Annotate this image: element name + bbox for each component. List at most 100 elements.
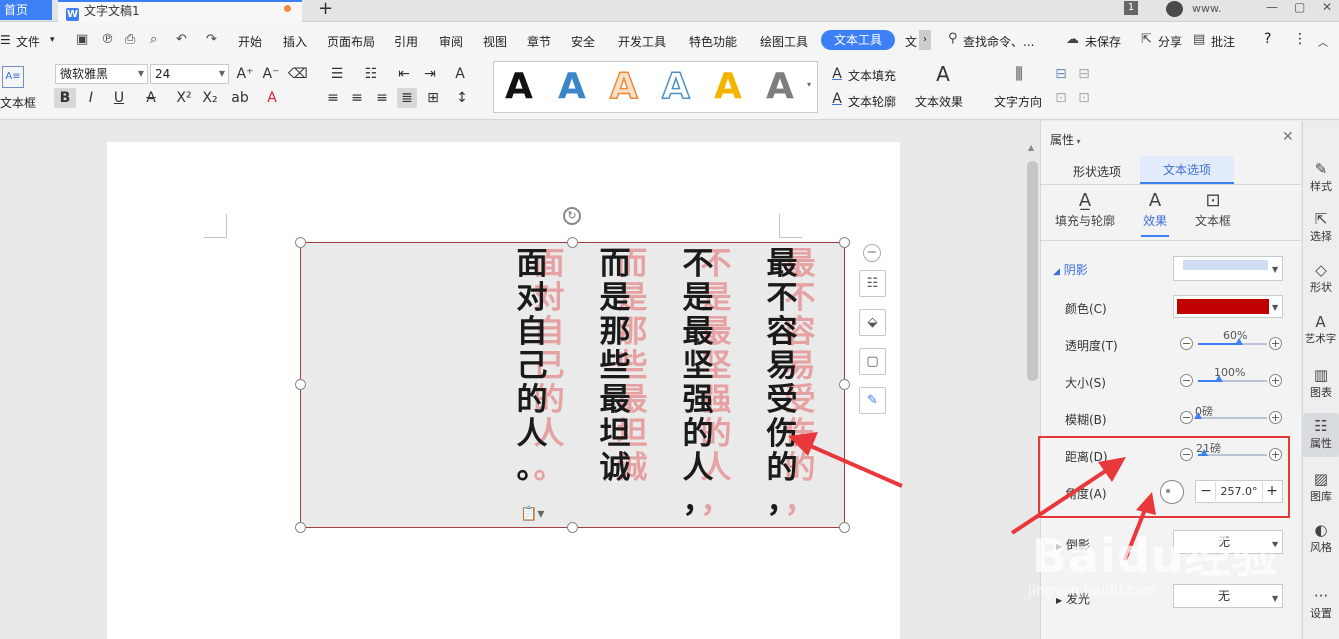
resize-handle[interactable] xyxy=(567,237,578,248)
text-style-gold[interactable]: A xyxy=(714,67,742,107)
command-search[interactable]: 查找命令、... xyxy=(963,33,1034,50)
justify-icon[interactable]: ≣ xyxy=(397,88,417,108)
shape-fill-icon[interactable]: ⬙ xyxy=(859,309,886,336)
resize-handle[interactable] xyxy=(839,379,850,390)
export-pdf-icon[interactable]: ℗ xyxy=(101,32,114,47)
bold-icon[interactable]: B xyxy=(54,88,76,108)
size-slider[interactable] xyxy=(1198,375,1267,382)
transparency-increase[interactable]: + xyxy=(1269,337,1282,350)
shadow-section-header[interactable]: ◢ 阴影 xyxy=(1053,261,1088,278)
redo-icon[interactable]: ↷ xyxy=(206,32,217,47)
text-direction-button[interactable]: 文字方向 xyxy=(994,93,1042,110)
hamburger-icon[interactable]: ☰ xyxy=(0,33,11,47)
window-count-badge[interactable]: 1 xyxy=(1124,1,1138,15)
glow-select[interactable]: 无 xyxy=(1173,584,1283,608)
size-decrease[interactable]: − xyxy=(1180,374,1193,387)
text-style-orange-outline[interactable]: A xyxy=(609,66,638,108)
slider-knob[interactable] xyxy=(1235,338,1243,345)
rtool-gallery[interactable]: ▨ 图库 xyxy=(1303,470,1339,504)
chevron-down-icon[interactable]: ▾ xyxy=(50,35,55,45)
font-name-select[interactable]: 微软雅黑 ▼ xyxy=(55,64,148,84)
resize-handle[interactable] xyxy=(839,522,850,533)
menu-security[interactable]: 安全 xyxy=(571,33,595,50)
undo-icon[interactable]: ↶ xyxy=(176,32,187,47)
subtab-effects[interactable]: A 效果 xyxy=(1136,190,1174,229)
textbox-icon[interactable]: A≡ xyxy=(2,66,24,88)
new-tab-button[interactable]: + xyxy=(318,0,333,19)
textbox-button[interactable]: 文本框 xyxy=(0,94,36,111)
blur-increase[interactable]: + xyxy=(1269,411,1282,424)
resize-handle[interactable] xyxy=(567,522,578,533)
menu-developer[interactable]: 开发工具 xyxy=(618,33,666,50)
save-icon[interactable]: ▣ xyxy=(76,32,88,47)
minimize-button[interactable]: — xyxy=(1266,0,1278,14)
resize-handle[interactable] xyxy=(295,237,306,248)
highlight-icon[interactable]: ab xyxy=(228,88,252,108)
rotate-handle-icon[interactable]: ↻ xyxy=(563,207,581,225)
collapse-icon[interactable]: − xyxy=(863,244,881,262)
user-name[interactable]: www. xyxy=(1192,2,1221,15)
rtool-theme[interactable]: ◐ 风格 xyxy=(1303,521,1339,555)
size-increase[interactable]: + xyxy=(1269,374,1282,387)
increase-indent-icon[interactable]: ⇥ xyxy=(421,64,439,84)
text-fill-button[interactable]: 文本填充 xyxy=(848,67,896,84)
rtool-settings[interactable]: ··· 设置 xyxy=(1303,587,1339,621)
paste-options-icon[interactable]: 📋▾ xyxy=(520,506,544,522)
more-button[interactable]: ⋮ xyxy=(1293,31,1307,47)
next-textbox-icon[interactable]: ⊡ xyxy=(1075,88,1093,108)
menu-file[interactable]: 文件 xyxy=(16,33,40,50)
tab-text-options[interactable]: 文本选项 xyxy=(1140,156,1234,184)
text-column-2[interactable]: 不 是 最 坚 强 的 人 ， xyxy=(680,247,716,519)
close-icon[interactable]: ✕ xyxy=(1282,129,1294,145)
superscript-icon[interactable]: X² xyxy=(174,88,194,108)
subtab-fill-outline[interactable]: A̲ 填充与轮廓 xyxy=(1052,190,1118,229)
text-column-1[interactable]: 最 不 容 易 受 伤 的 ， xyxy=(764,247,800,519)
text-style-blue-outline[interactable]: A xyxy=(661,66,690,108)
align-right-icon[interactable]: ≡ xyxy=(374,88,390,108)
blur-slider[interactable] xyxy=(1194,412,1267,419)
text-column-4[interactable]: 面 对 自 己 的 人 。 xyxy=(514,247,550,485)
numbered-list-icon[interactable]: ☷ xyxy=(359,64,383,84)
menu-start[interactable]: 开始 xyxy=(238,33,262,50)
rtool-chart[interactable]: ▥ 图表 xyxy=(1303,366,1339,400)
text-spacing-icon[interactable]: A xyxy=(449,64,471,84)
print-icon[interactable]: ⎙ xyxy=(125,32,135,47)
rtool-shapes[interactable]: ◇ 形状 xyxy=(1303,261,1339,295)
grow-font-icon[interactable]: A⁺ xyxy=(236,64,254,84)
avatar[interactable] xyxy=(1166,1,1183,17)
text-style-blue[interactable]: A xyxy=(558,67,586,107)
previous-textbox-icon[interactable]: ⊡ xyxy=(1052,88,1070,108)
align-left-icon[interactable]: ≡ xyxy=(325,88,341,108)
layout-options-icon[interactable]: ☷ xyxy=(859,270,886,297)
slider-knob[interactable] xyxy=(1194,412,1202,419)
shrink-font-icon[interactable]: A⁻ xyxy=(262,64,280,84)
resize-handle[interactable] xyxy=(295,379,306,390)
comment-button[interactable]: 批注 xyxy=(1211,33,1235,50)
menu-insert[interactable]: 插入 xyxy=(283,33,307,50)
pane-title[interactable]: 属性 ▾ xyxy=(1050,131,1081,148)
font-color-icon[interactable]: A xyxy=(262,88,282,108)
text-column-3[interactable]: 而 是 那 些 最 坦 诚 xyxy=(597,247,633,485)
rtool-wordart[interactable]: A 艺术字 xyxy=(1302,313,1339,346)
shape-outline-icon[interactable]: ▢ xyxy=(859,348,886,375)
menu-chapter[interactable]: 章节 xyxy=(527,33,551,50)
text-style-black[interactable]: A xyxy=(505,67,533,107)
distribute-icon[interactable]: ⊞ xyxy=(424,88,442,108)
rtool-select[interactable]: ⇱ 选择 xyxy=(1303,210,1339,244)
text-outline-button[interactable]: 文本轮廓 xyxy=(848,93,896,110)
document-tab[interactable]: W 文字文稿1 xyxy=(58,0,302,22)
format-painter-icon[interactable]: ✎ xyxy=(859,387,886,414)
slider-knob[interactable] xyxy=(1215,375,1223,382)
scrollbar-thumb[interactable] xyxy=(1027,161,1038,381)
home-tab[interactable]: 首页 xyxy=(0,0,52,20)
menu-view[interactable]: 视图 xyxy=(483,33,507,50)
transparency-slider[interactable] xyxy=(1198,338,1267,345)
clear-format-icon[interactable]: ⌫ xyxy=(288,64,308,84)
menu-review[interactable]: 审阅 xyxy=(439,33,463,50)
line-spacing-icon[interactable]: ↕ xyxy=(451,88,473,108)
gallery-more-icon[interactable]: ▾ xyxy=(807,80,811,89)
align-center-icon[interactable]: ≡ xyxy=(349,88,365,108)
text-style-gray[interactable]: A xyxy=(766,67,794,107)
decrease-indent-icon[interactable]: ⇤ xyxy=(395,64,413,84)
transparency-decrease[interactable]: − xyxy=(1180,337,1193,350)
